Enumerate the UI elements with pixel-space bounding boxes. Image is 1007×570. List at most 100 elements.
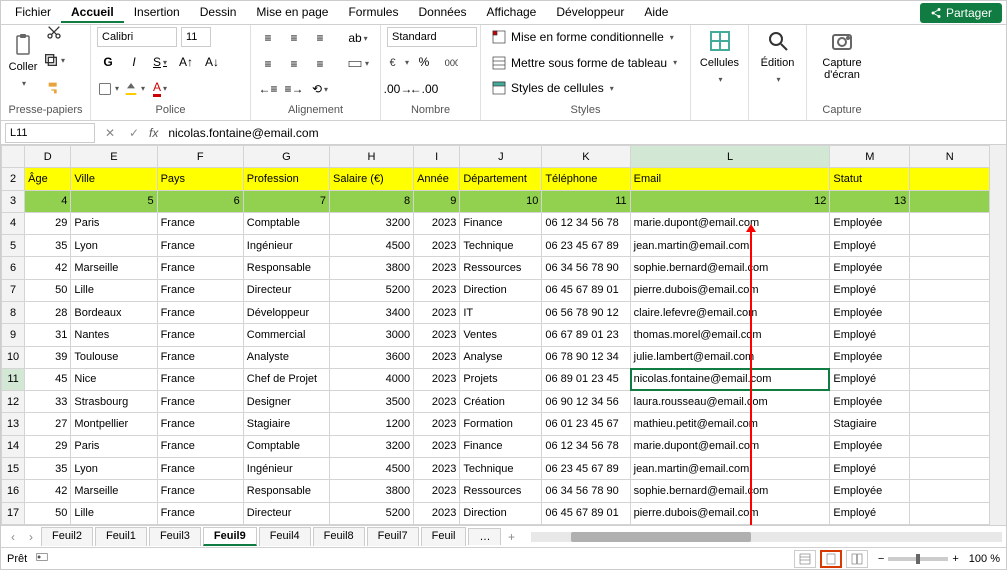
tab-next-icon[interactable]: › (23, 530, 39, 544)
cell[interactable]: 06 78 90 12 34 (542, 346, 630, 368)
cell[interactable]: 06 56 78 90 12 (542, 301, 630, 323)
row-header[interactable]: 16 (2, 480, 25, 502)
cell[interactable]: Responsable (243, 480, 329, 502)
formula-input[interactable] (164, 123, 1002, 143)
cell[interactable]: 29 (25, 212, 71, 234)
cell[interactable]: Designer (243, 391, 329, 413)
orientation-icon[interactable]: ⟲ (309, 78, 331, 100)
cell[interactable]: 06 34 56 78 90 (542, 257, 630, 279)
cell[interactable]: Ressources (460, 257, 542, 279)
cell[interactable]: Employée (830, 212, 910, 234)
find-icon[interactable] (762, 27, 794, 55)
cell[interactable]: Employé (830, 502, 910, 525)
cell[interactable]: Employée (830, 346, 910, 368)
col-header-M[interactable]: M (830, 146, 910, 168)
number-format-select[interactable] (387, 27, 477, 47)
cell[interactable]: 1200 (329, 413, 413, 435)
cell[interactable]: Employée (830, 391, 910, 413)
cell[interactable]: 42 (25, 257, 71, 279)
cell[interactable]: France (157, 413, 243, 435)
zoom-slider-track[interactable] (888, 557, 948, 561)
index-cell[interactable]: 13 (830, 190, 910, 212)
italic-button[interactable]: I (123, 51, 145, 73)
cell[interactable]: Strasbourg (71, 391, 157, 413)
cell[interactable]: Employé (830, 368, 910, 390)
zoom-in-button[interactable]: + (952, 553, 958, 565)
paste-caret[interactable] (20, 75, 26, 89)
col-header-I[interactable]: I (414, 146, 460, 168)
cell[interactable]: France (157, 301, 243, 323)
row-header[interactable]: 6 (2, 257, 25, 279)
share-button[interactable]: Partager (920, 3, 1002, 23)
sheet-tab-Feuil4[interactable]: Feuil4 (259, 527, 311, 546)
cell[interactable]: 2023 (414, 301, 460, 323)
menu-fichier[interactable]: Fichier (5, 3, 61, 23)
cell[interactable]: Chef de Projet (243, 368, 329, 390)
cell[interactable]: 39 (25, 346, 71, 368)
col-header-N[interactable]: N (910, 146, 990, 168)
cell[interactable]: 4500 (329, 235, 413, 257)
cell[interactable]: Direction (460, 279, 542, 301)
copy-icon[interactable] (43, 49, 65, 71)
cell[interactable]: 3200 (329, 435, 413, 457)
cell[interactable]: 2023 (414, 279, 460, 301)
cell[interactable]: 2023 (414, 457, 460, 479)
cell[interactable]: Lille (71, 502, 157, 525)
row-header[interactable]: 15 (2, 457, 25, 479)
align-middle-icon[interactable]: ≡ (283, 27, 305, 49)
cell[interactable]: 3000 (329, 324, 413, 346)
sheet-tab-Feuil1[interactable]: Feuil1 (95, 527, 147, 546)
cell[interactable]: Comptable (243, 435, 329, 457)
align-top-icon[interactable]: ≡ (257, 27, 279, 49)
cell[interactable]: 29 (25, 435, 71, 457)
cell[interactable]: France (157, 480, 243, 502)
sheet-tab-Feuil2[interactable]: Feuil2 (41, 527, 93, 546)
cell[interactable]: Analyse (460, 346, 542, 368)
dec-decimal-icon[interactable]: ←.00 (413, 78, 435, 100)
cell[interactable] (910, 324, 990, 346)
cell[interactable]: 3800 (329, 480, 413, 502)
menu-dessin[interactable]: Dessin (190, 3, 247, 23)
indent-inc-icon[interactable]: ≡→ (283, 78, 305, 100)
align-right-icon[interactable]: ≡ (309, 53, 331, 75)
row-header[interactable]: 4 (2, 212, 25, 234)
cell[interactable]: pierre.dubois@email.com (630, 279, 830, 301)
inc-decimal-icon[interactable]: .00→ (387, 78, 409, 100)
cell[interactable] (910, 301, 990, 323)
cell[interactable]: jean.martin@email.com (630, 457, 830, 479)
cell[interactable]: France (157, 391, 243, 413)
cell[interactable]: Ressources (460, 480, 542, 502)
name-box[interactable] (5, 123, 95, 143)
cell[interactable]: 2023 (414, 391, 460, 413)
cell[interactable]: Responsable (243, 257, 329, 279)
tab-more[interactable]: … (468, 528, 501, 545)
menu-formules[interactable]: Formules (338, 3, 408, 23)
cell[interactable]: 3800 (329, 257, 413, 279)
cell[interactable]: Finance (460, 212, 542, 234)
cell[interactable] (910, 212, 990, 234)
cells-icon[interactable] (704, 27, 736, 55)
header-cell[interactable]: Salaire (€) (329, 168, 413, 190)
select-all-corner[interactable] (2, 146, 25, 168)
cell[interactable]: Montpellier (71, 413, 157, 435)
cell[interactable]: Directeur (243, 502, 329, 525)
fx-icon[interactable]: fx (149, 126, 158, 140)
cell[interactable]: 2023 (414, 212, 460, 234)
cell[interactable]: 28 (25, 301, 71, 323)
cell[interactable]: Nice (71, 368, 157, 390)
row-header[interactable]: 17 (2, 502, 25, 525)
col-header-K[interactable]: K (542, 146, 630, 168)
cell[interactable]: Toulouse (71, 346, 157, 368)
cell[interactable]: Création (460, 391, 542, 413)
col-header-L[interactable]: L (630, 146, 830, 168)
tab-prev-icon[interactable]: ‹ (5, 530, 21, 544)
cell[interactable]: 5200 (329, 502, 413, 525)
row-header[interactable]: 8 (2, 301, 25, 323)
view-page-break-icon[interactable] (846, 550, 868, 568)
col-header-J[interactable]: J (460, 146, 542, 168)
cell[interactable]: Ingénieur (243, 457, 329, 479)
cells-caret[interactable] (716, 71, 722, 85)
cell[interactable]: Employé (830, 324, 910, 346)
cell[interactable]: Finance (460, 435, 542, 457)
cell[interactable]: France (157, 457, 243, 479)
